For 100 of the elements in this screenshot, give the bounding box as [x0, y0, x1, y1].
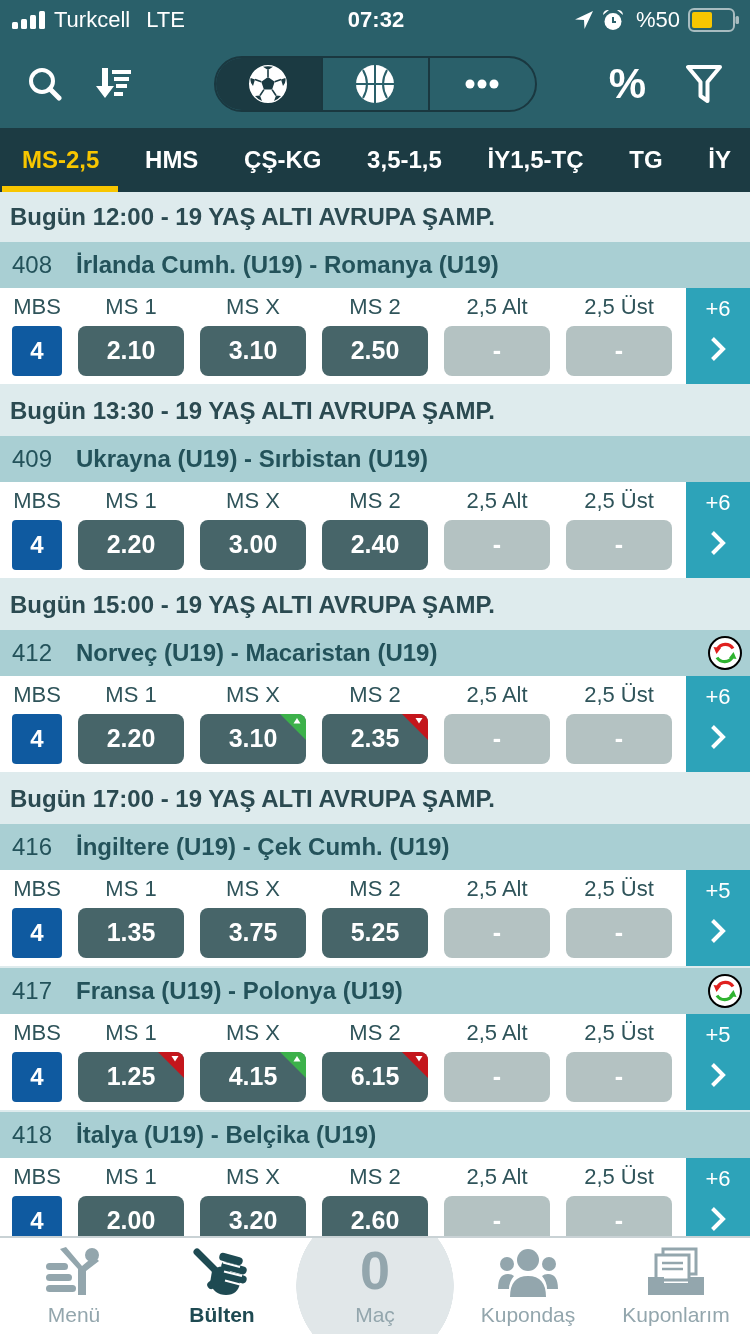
chevron-right-icon — [710, 724, 726, 750]
odds-label: MS X — [226, 294, 280, 320]
mbs-badge: 4 — [12, 1052, 62, 1102]
odds-label: 2,5 Üst — [584, 294, 654, 320]
odds-button[interactable]: 2.10 — [78, 326, 184, 376]
odds-label: MS 1 — [105, 488, 157, 514]
odds-button[interactable]: 1.25 — [78, 1052, 184, 1102]
odds-label: MBS — [13, 682, 61, 708]
odds-label: 2,5 Alt — [466, 294, 528, 320]
odds-label: MS 2 — [349, 294, 401, 320]
odds-button[interactable]: 3.10 — [200, 326, 306, 376]
odds-button[interactable]: 6.15 — [322, 1052, 428, 1102]
odds-label: MS 2 — [349, 682, 401, 708]
market-tab[interactable]: TG — [610, 128, 682, 192]
odds-button[interactable]: 2.40 — [322, 520, 428, 570]
match-code: 408 — [12, 250, 54, 280]
odds-label: 2,5 Üst — [584, 682, 654, 708]
basketball-icon — [355, 64, 395, 104]
odds-label: MS 1 — [105, 294, 157, 320]
odds-label: MS X — [226, 1020, 280, 1046]
market-tab[interactable]: İY — [689, 128, 750, 192]
carrier-name: Turkcell — [54, 7, 131, 33]
percent-button[interactable]: % — [608, 62, 646, 106]
chevron-right-icon — [710, 1206, 726, 1232]
chevron-right-icon — [710, 918, 726, 944]
odds-label: 2,5 Alt — [466, 1020, 528, 1046]
odds-button[interactable]: 3.00 — [200, 520, 306, 570]
odds-button[interactable]: 3.75 — [200, 908, 306, 958]
odds-label: 2,5 Alt — [466, 682, 528, 708]
odds-label: MBS — [13, 876, 61, 902]
odds-label: MS 2 — [349, 1164, 401, 1190]
odds-label: MS X — [226, 1164, 280, 1190]
sport-tab[interactable] — [215, 58, 321, 110]
odds-label: MS X — [226, 682, 280, 708]
odds-label: 2,5 Üst — [584, 876, 654, 902]
alarm-clock-icon — [601, 9, 624, 31]
date-header: Bugün 12:00 - 19 YAŞ ALTI AVRUPA ŞAMP. — [0, 192, 750, 242]
odds-button[interactable]: 5.25 — [322, 908, 428, 958]
odds-button[interactable]: 1.35 — [78, 908, 184, 958]
odds-button[interactable]: 4.15 — [200, 1052, 306, 1102]
odds-button[interactable]: 2.20 — [78, 714, 184, 764]
odds-label: MBS — [13, 1020, 61, 1046]
odds-label: MS X — [226, 876, 280, 902]
sort-icon[interactable] — [94, 68, 132, 100]
date-header: Bugün 13:30 - 19 YAŞ ALTI AVRUPA ŞAMP. — [0, 386, 750, 436]
odds-button[interactable]: 2.20 — [78, 520, 184, 570]
football-icon — [248, 64, 288, 104]
nav-item[interactable]: Bülten — [148, 1238, 296, 1334]
match-code: 417 — [12, 976, 54, 1006]
battery-percent: %50 — [635, 7, 680, 33]
clock-time: 07:32 — [347, 7, 405, 33]
chevron-right-icon — [710, 530, 726, 556]
odds-label: MBS — [13, 488, 61, 514]
market-tab[interactable]: 3,5-1,5 — [348, 128, 461, 192]
match-code: 409 — [12, 444, 54, 474]
odds-label: MBS — [13, 294, 61, 320]
odds-label: 2,5 Üst — [584, 1164, 654, 1190]
odds-label: MS 1 — [105, 876, 157, 902]
odds-label: 2,5 Üst — [584, 488, 654, 514]
chevron-right-icon — [710, 1062, 726, 1088]
match-code: 416 — [12, 832, 54, 862]
odds-label: MS X — [226, 488, 280, 514]
odds-button[interactable]: 2.50 — [322, 326, 428, 376]
network-type: LTE — [146, 7, 185, 33]
more-dots-icon — [465, 79, 499, 89]
date-header: Bugün 17:00 - 19 YAŞ ALTI AVRUPA ŞAMP. — [0, 774, 750, 824]
market-tab[interactable]: İY1,5-TÇ — [468, 128, 603, 192]
search-icon[interactable] — [28, 67, 62, 101]
market-tab[interactable]: ÇŞ-KG — [225, 128, 341, 192]
odds-button[interactable]: 2.00 — [78, 1196, 184, 1236]
match-teams: İtalya (U19) - Belçika (U19) — [76, 1120, 377, 1150]
odds-button[interactable]: 2.60 — [322, 1196, 428, 1236]
odds-button[interactable]: 3.20 — [200, 1196, 306, 1236]
odds-label: MS 1 — [105, 1020, 157, 1046]
market-tab[interactable]: HMS — [126, 128, 218, 192]
mbs-badge: 4 — [12, 714, 62, 764]
odds-button[interactable]: 3.10 — [200, 714, 306, 764]
odds-label: MS 2 — [349, 1020, 401, 1046]
odds-label: MS 1 — [105, 682, 157, 708]
match-teams: İrlanda Cumh. (U19) - Romanya (U19) — [76, 250, 499, 280]
mbs-badge: 4 — [12, 908, 62, 958]
battery-icon — [688, 8, 740, 32]
odds-label: 2,5 Alt — [466, 488, 528, 514]
odds-label: MS 1 — [105, 1164, 157, 1190]
odds-label: 2,5 Alt — [466, 876, 528, 902]
match-teams: Ukrayna (U19) - Sırbistan (U19) — [76, 444, 429, 474]
filter-icon[interactable] — [686, 65, 722, 103]
odds-label: 2,5 Alt — [466, 1164, 528, 1190]
match-teams: Norveç (U19) - Macaristan (U19) — [76, 638, 438, 668]
location-arrow-icon — [573, 10, 594, 30]
match-code: 412 — [12, 638, 54, 668]
match-teams: İngiltere (U19) - Çek Cumh. (U19) — [76, 832, 450, 862]
odds-button[interactable]: 2.35 — [322, 714, 428, 764]
odds-label: 2,5 Üst — [584, 1020, 654, 1046]
odds-label: MS 2 — [349, 488, 401, 514]
match-teams: Fransa (U19) - Polonya (U19) — [76, 976, 403, 1006]
signal-icon — [12, 11, 46, 29]
odds-label: MS 2 — [349, 876, 401, 902]
mbs-badge: 4 — [12, 326, 62, 376]
people-icon — [498, 1247, 558, 1297]
